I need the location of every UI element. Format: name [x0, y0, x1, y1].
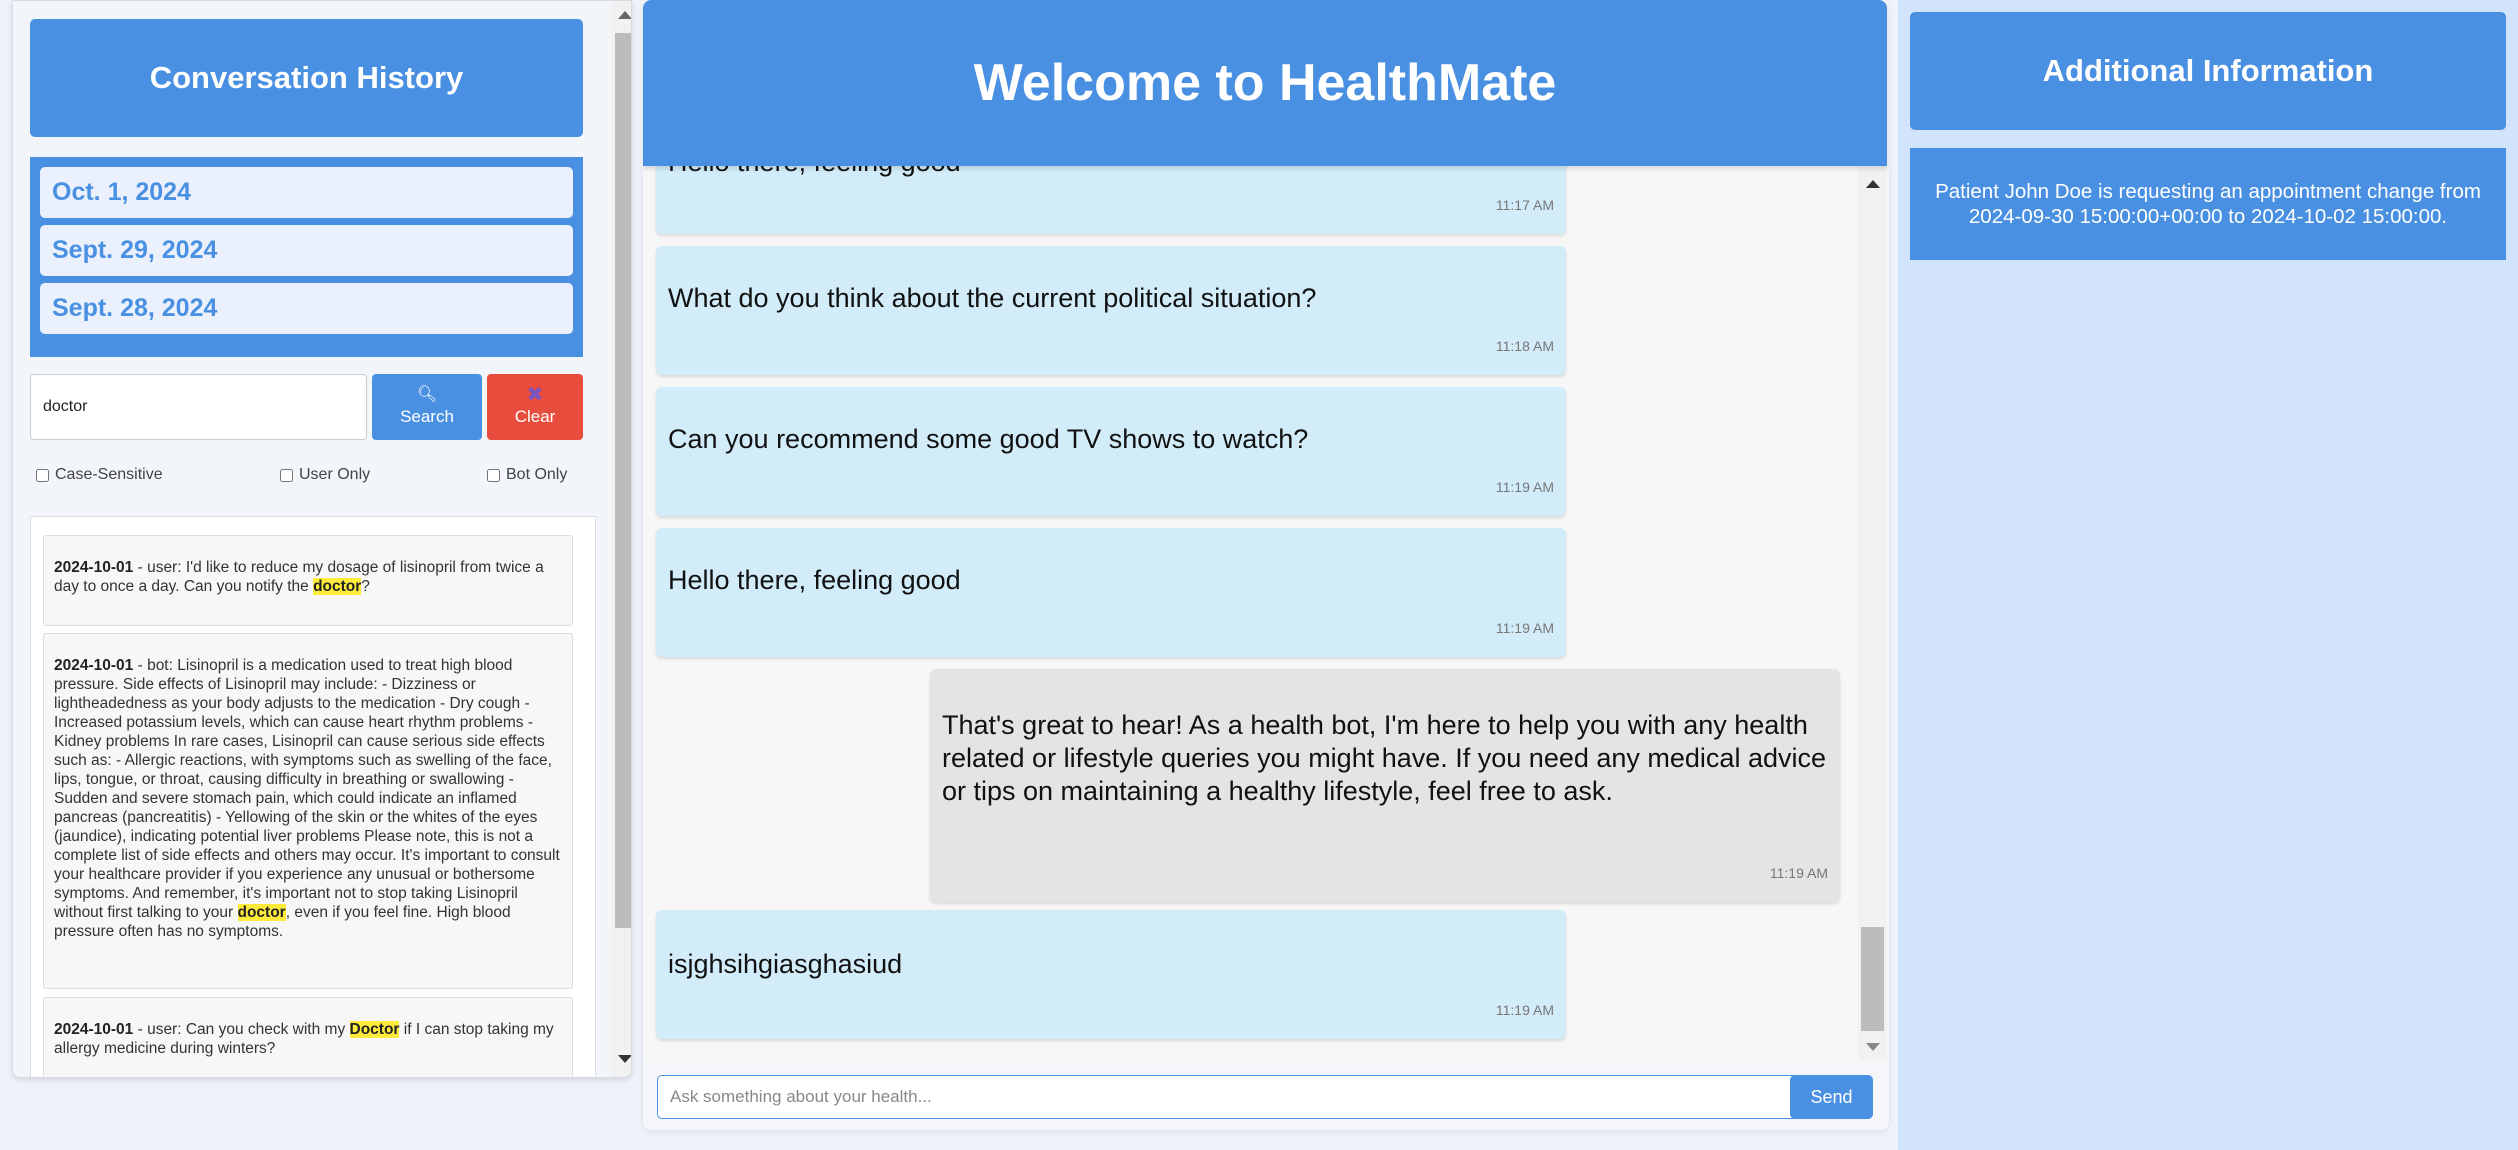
- user-only-filter[interactable]: User Only: [280, 466, 370, 484]
- date-item[interactable]: Sept. 28, 2024: [40, 283, 573, 334]
- message-text: Can you recommend some good TV shows to …: [668, 424, 1309, 454]
- scrollbar-thumb[interactable]: [615, 33, 631, 928]
- scrollbar-thumb[interactable]: [1861, 927, 1884, 1031]
- scroll-up-arrow-icon[interactable]: [618, 11, 631, 19]
- user-message: What do you think about the current poli…: [656, 246, 1566, 375]
- message-time: 11:19 AM: [1495, 1002, 1554, 1018]
- search-result-item[interactable]: 2024-10-01 - user: Can you check with my…: [43, 997, 573, 1077]
- bot-message: That's great to hear! As a health bot, I…: [930, 669, 1840, 902]
- result-date: 2024-10-01: [54, 657, 134, 674]
- message-time: 11:17 AM: [1495, 197, 1554, 213]
- user-message: isjghsihgiasghasiud 11:19 AM: [656, 910, 1566, 1039]
- bot-only-filter[interactable]: Bot Only: [487, 466, 567, 484]
- user-message: Hello there, feeling good 11:17 AM: [656, 166, 1566, 234]
- additional-info-panel: Additional Information Patient John Doe …: [1898, 0, 2518, 1150]
- case-sensitive-checkbox[interactable]: [36, 468, 49, 482]
- message-time: 11:19 AM: [1769, 865, 1828, 881]
- user-only-checkbox[interactable]: [280, 468, 293, 482]
- case-sensitive-label: Case-Sensitive: [55, 466, 163, 483]
- chat-title: Welcome to HealthMate: [643, 0, 1887, 166]
- magnifier-icon: 🔍︎: [416, 386, 438, 403]
- search-button[interactable]: 🔍︎ Search: [372, 374, 482, 440]
- result-text: - user: Can you check with my: [133, 1021, 350, 1038]
- search-result-item[interactable]: 2024-10-01 - user: I'd like to reduce my…: [43, 535, 573, 626]
- clear-button[interactable]: ✖ Clear: [487, 374, 583, 440]
- chat-scrollbar[interactable]: [1858, 166, 1887, 1060]
- bot-only-checkbox[interactable]: [487, 468, 500, 482]
- result-highlight: doctor: [313, 578, 362, 595]
- message-text: Hello there, feeling good: [668, 166, 1554, 179]
- history-scrollbar[interactable]: [611, 1, 631, 1077]
- date-item[interactable]: Sept. 29, 2024: [40, 225, 573, 276]
- bot-only-label: Bot Only: [506, 466, 568, 483]
- result-date: 2024-10-01: [54, 559, 134, 576]
- result-highlight: doctor: [237, 904, 286, 921]
- history-title: Conversation History: [30, 19, 583, 137]
- result-highlight: Doctor: [349, 1021, 400, 1038]
- message-text: isjghsihgiasghasiud: [668, 949, 903, 979]
- chat-messages: Hello there, feeling good 11:17 AM What …: [643, 166, 1887, 1060]
- search-result-item[interactable]: 2024-10-01 - bot: Lisinopril is a medica…: [43, 633, 573, 989]
- message-time: 11:19 AM: [1495, 479, 1554, 495]
- result-text: - bot: Lisinopril is a medication used t…: [54, 657, 560, 921]
- scroll-down-arrow-icon[interactable]: [1866, 1043, 1880, 1051]
- message-time: 11:18 AM: [1495, 338, 1554, 354]
- chat-input[interactable]: [657, 1075, 1823, 1119]
- user-only-label: User Only: [299, 466, 371, 483]
- info-notice: Patient John Doe is requesting an appoin…: [1910, 148, 2506, 260]
- user-message: Hello there, feeling good 11:19 AM: [656, 528, 1566, 657]
- send-button[interactable]: Send: [1790, 1075, 1873, 1119]
- message-text: What do you think about the current poli…: [668, 283, 1317, 313]
- chat-panel: Welcome to HealthMate Hello there, feeli…: [643, 0, 1889, 1130]
- x-icon: ✖: [526, 384, 544, 406]
- date-list: Oct. 1, 2024 Sept. 29, 2024 Sept. 28, 20…: [30, 157, 583, 357]
- search-button-label: Search: [400, 407, 454, 426]
- result-date: 2024-10-01: [54, 1021, 134, 1038]
- case-sensitive-filter[interactable]: Case-Sensitive: [36, 466, 163, 484]
- info-title: Additional Information: [1910, 12, 2506, 130]
- scroll-up-arrow-icon[interactable]: [1866, 180, 1880, 188]
- history-search-input[interactable]: [30, 374, 367, 440]
- search-results: 2024-10-01 - user: I'd like to reduce my…: [30, 516, 596, 1077]
- clear-button-label: Clear: [514, 407, 556, 426]
- message-text: Hello there, feeling good: [668, 565, 961, 595]
- message-text: That's great to hear! As a health bot, I…: [942, 710, 1826, 806]
- scroll-down-arrow-icon[interactable]: [618, 1055, 631, 1063]
- conversation-history-panel: Conversation History Oct. 1, 2024 Sept. …: [12, 0, 632, 1078]
- history-content: Conversation History Oct. 1, 2024 Sept. …: [13, 1, 608, 1077]
- message-time: 11:19 AM: [1495, 620, 1554, 636]
- user-message: Can you recommend some good TV shows to …: [656, 387, 1566, 516]
- date-item[interactable]: Oct. 1, 2024: [40, 167, 573, 218]
- result-text-end: ?: [361, 578, 370, 595]
